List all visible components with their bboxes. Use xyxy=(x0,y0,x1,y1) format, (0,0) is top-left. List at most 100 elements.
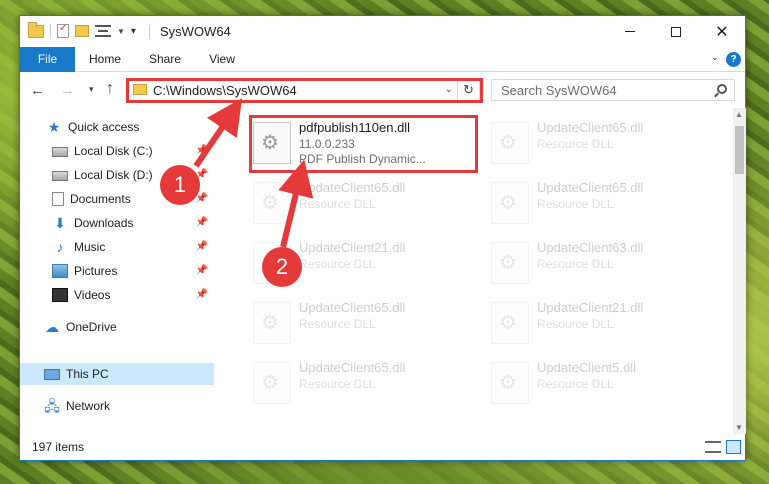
sidebar-item-quick-access[interactable]: ★ Quick access xyxy=(20,116,214,138)
dll-file-icon xyxy=(491,362,529,404)
network-icon: 🖧 xyxy=(44,398,60,414)
file-item[interactable]: UpdateClient21.dll Resource DLL xyxy=(489,296,719,348)
file-item[interactable]: UpdateClient5.dll Resource DLL xyxy=(489,356,719,408)
dll-file-icon xyxy=(253,302,291,344)
details-view-icon[interactable] xyxy=(705,441,721,453)
file-item[interactable]: UpdateClient65.dll Resource DLL xyxy=(489,116,719,168)
toolbar-divider xyxy=(50,24,51,38)
file-item[interactable]: UpdateClient65.dll Resource DLL xyxy=(251,176,481,228)
up-arrow-icon[interactable]: ↑ xyxy=(106,80,114,98)
search-placeholder: Search SysWOW64 xyxy=(501,83,617,98)
documents-icon xyxy=(52,192,64,206)
videos-icon xyxy=(52,288,68,302)
dll-file-icon xyxy=(491,122,529,164)
sidebar-item-music[interactable]: ♪ Music 📌 xyxy=(20,236,214,258)
file-name: UpdateClient21.dll xyxy=(537,300,644,315)
file-type: Resource DLL xyxy=(537,257,614,271)
tiles-view-icon[interactable] xyxy=(726,440,741,454)
file-type: Resource DLL xyxy=(537,137,614,151)
file-name: UpdateClient65.dll xyxy=(537,180,644,195)
expand-ribbon-icon[interactable]: ⌄ xyxy=(711,52,719,63)
sidebar-item-network[interactable]: 🖧 Network xyxy=(20,395,214,417)
scroll-thumb[interactable] xyxy=(735,126,744,174)
new-folder-icon[interactable] xyxy=(75,25,89,37)
dll-file-icon xyxy=(253,182,291,224)
file-type: Resource DLL xyxy=(537,197,614,211)
scroll-down-icon[interactable]: ▼ xyxy=(735,423,743,432)
music-icon: ♪ xyxy=(56,239,64,255)
file-type: Resource DLL xyxy=(299,317,376,331)
pc-icon xyxy=(44,368,60,380)
sidebar-item-this-pc[interactable]: This PC xyxy=(20,363,214,385)
pin-icon: 📌 xyxy=(195,265,208,276)
scroll-up-icon[interactable]: ▲ xyxy=(735,110,743,119)
forward-arrow-icon[interactable]: → xyxy=(60,82,75,99)
customize-toolbar-icon[interactable] xyxy=(95,25,111,37)
title-bar: ▼ ▾ SysWOW64 ✕ xyxy=(20,16,745,47)
sidebar-item-onedrive[interactable]: ☁ OneDrive xyxy=(20,316,214,338)
file-name: UpdateClient65.dll xyxy=(537,120,644,135)
file-item[interactable]: UpdateClient65.dll Resource DLL xyxy=(251,296,481,348)
recent-locations-icon[interactable]: ▾ xyxy=(89,84,94,95)
dll-file-icon xyxy=(491,182,529,224)
folder-icon xyxy=(28,21,44,38)
sidebar-item-pictures[interactable]: Pictures 📌 xyxy=(20,260,214,282)
vertical-scrollbar[interactable]: ▲ ▼ xyxy=(733,108,746,434)
file-type: Resource DLL xyxy=(537,317,614,331)
sidebar-item-label: Local Disk (C:) xyxy=(74,144,153,158)
pictures-icon xyxy=(52,264,68,278)
quick-access-toolbar: ▼ ▾ xyxy=(28,21,136,38)
onedrive-icon: ☁ xyxy=(45,319,59,335)
tab-view[interactable]: View xyxy=(200,47,244,72)
file-name: UpdateClient65.dll xyxy=(299,180,406,195)
tab-share[interactable]: Share xyxy=(140,47,190,72)
navigation-bar: ← → ▾ ↑ C:\Windows\SysWOW64 ⌄ ↻ Search S… xyxy=(20,73,745,107)
search-input[interactable]: Search SysWOW64 xyxy=(491,79,735,101)
step-1-badge: 1 xyxy=(160,165,200,205)
sidebar-item-label: Downloads xyxy=(74,216,134,230)
title-divider xyxy=(149,25,150,39)
properties-icon[interactable] xyxy=(57,23,69,38)
file-type: Resource DLL xyxy=(537,377,614,391)
tab-file[interactable]: File xyxy=(20,47,75,72)
sidebar-item-videos[interactable]: Videos 📌 xyxy=(20,284,214,306)
file-item[interactable]: UpdateClient65.dll Resource DLL xyxy=(251,356,481,408)
pin-icon: 📌 xyxy=(195,145,208,156)
disk-icon xyxy=(52,147,68,157)
pin-icon: 📌 xyxy=(195,217,208,228)
pin-icon: 📌 xyxy=(195,241,208,252)
minimize-button[interactable] xyxy=(607,16,653,47)
sidebar-item-label: OneDrive xyxy=(66,320,117,334)
status-bar: 197 items xyxy=(20,436,745,460)
file-type: Resource DLL xyxy=(299,377,376,391)
file-list: pdfpublish110en.dll 11.0.0.233 PDF Publi… xyxy=(231,108,732,434)
minimize-icon xyxy=(625,31,635,32)
help-icon[interactable]: ? xyxy=(726,52,741,67)
close-button[interactable]: ✕ xyxy=(699,16,745,47)
disk-icon xyxy=(52,171,68,181)
quick-access-dropdown-icon[interactable]: ▾ xyxy=(131,26,136,37)
file-highlight-box xyxy=(249,115,478,173)
sidebar-item-label: Documents xyxy=(70,192,131,206)
file-item[interactable]: UpdateClient65.dll Resource DLL xyxy=(489,176,719,228)
sidebar-item-label: Videos xyxy=(74,288,111,302)
maximize-icon xyxy=(671,26,681,37)
search-icon[interactable] xyxy=(717,84,727,94)
explorer-window: ▼ ▾ SysWOW64 ✕ File Home Share View ⌄ ? … xyxy=(19,15,746,461)
dll-file-icon xyxy=(491,302,529,344)
tab-home[interactable]: Home xyxy=(80,47,130,72)
back-arrow-icon[interactable]: ← xyxy=(30,82,45,99)
sidebar-item-label: Local Disk (D:) xyxy=(74,168,153,182)
sidebar-item-downloads[interactable]: ⬇ Downloads 📌 xyxy=(20,212,214,234)
file-name: UpdateClient63.dll xyxy=(537,240,644,255)
maximize-button[interactable] xyxy=(653,16,699,47)
file-item[interactable]: UpdateClient63.dll Resource DLL xyxy=(489,236,719,288)
file-name: UpdateClient5.dll xyxy=(537,360,637,375)
close-icon: ✕ xyxy=(715,23,729,41)
chevron-down-icon[interactable]: ▼ xyxy=(117,27,125,36)
address-highlight-box xyxy=(126,78,483,103)
item-count: 197 items xyxy=(32,440,85,454)
sidebar-item-local-disk-c[interactable]: Local Disk (C:) 📌 xyxy=(20,140,214,162)
window-title: SysWOW64 xyxy=(160,24,231,39)
file-type: Resource DLL xyxy=(299,257,376,271)
